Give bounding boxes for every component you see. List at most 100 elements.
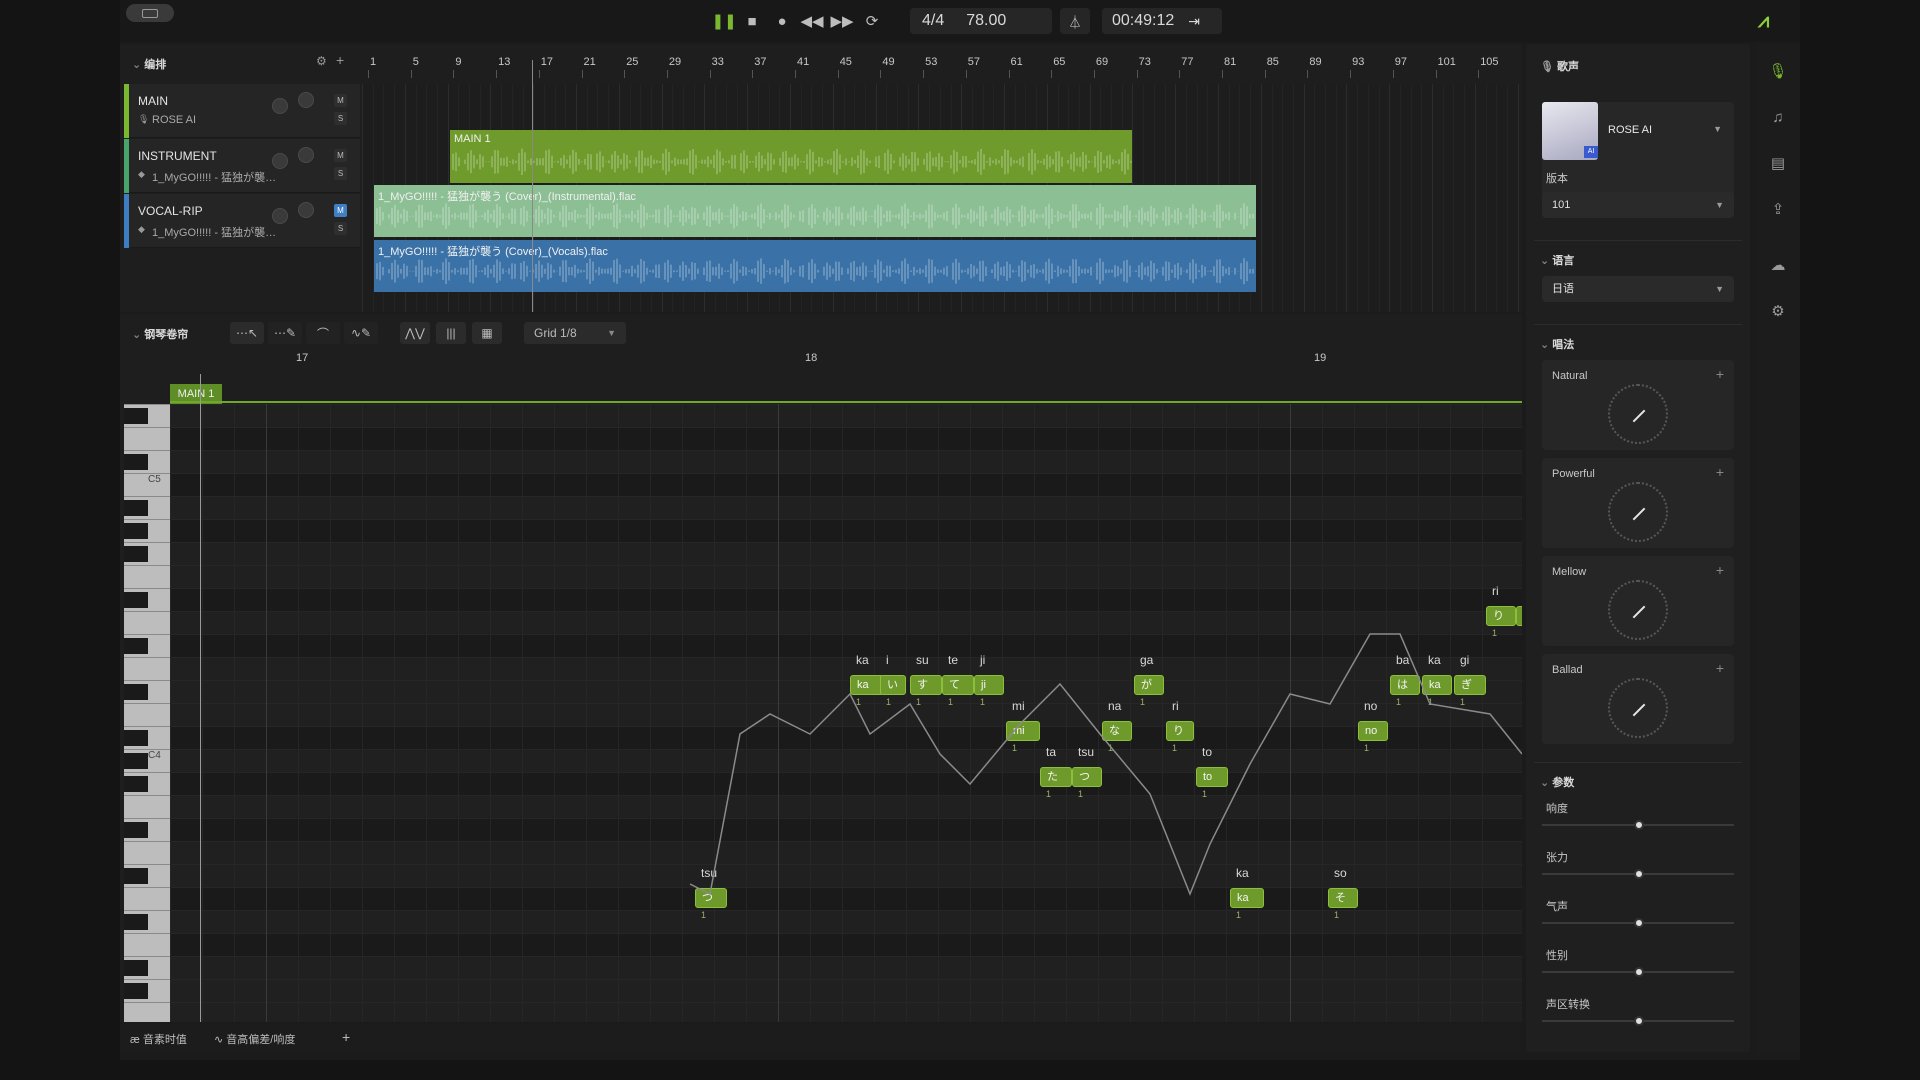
music-note-icon[interactable]: ♫ xyxy=(1768,108,1788,128)
note[interactable]: no xyxy=(1358,721,1388,741)
black-key[interactable] xyxy=(124,592,148,608)
white-key[interactable] xyxy=(124,657,170,658)
volume-knob[interactable] xyxy=(272,208,288,224)
slider-thumb[interactable] xyxy=(1634,967,1644,977)
record-button[interactable]: ● xyxy=(772,11,792,31)
white-key[interactable] xyxy=(124,1002,170,1003)
track-header-main[interactable]: MAIN 🎙︎ ROSE AI M S xyxy=(124,84,360,138)
calendar-toggle[interactable]: ▦ xyxy=(472,322,502,344)
note[interactable]: つ xyxy=(1072,767,1102,787)
black-key[interactable] xyxy=(124,684,148,700)
white-key[interactable] xyxy=(124,772,170,773)
time-signature[interactable]: 4/4 xyxy=(922,12,944,30)
white-key[interactable] xyxy=(124,611,170,612)
add-icon[interactable]: + xyxy=(1716,562,1724,578)
style-ballad[interactable]: Ballad + xyxy=(1542,654,1734,744)
pan-knob[interactable] xyxy=(298,202,314,218)
black-key[interactable] xyxy=(124,822,148,838)
gear-icon[interactable]: ⚙ xyxy=(1768,302,1788,322)
cloud-icon[interactable]: ☁ xyxy=(1768,256,1788,276)
white-key[interactable] xyxy=(124,887,170,888)
param-slider[interactable] xyxy=(1542,967,1734,977)
main-clip[interactable]: MAIN 1 xyxy=(450,130,1132,183)
pitch-curve-toggle[interactable]: ⋀⋁ xyxy=(400,322,430,344)
white-key[interactable] xyxy=(124,818,170,819)
solo-button[interactable]: S xyxy=(334,112,347,125)
tempo-value[interactable]: 78.00 xyxy=(966,12,1006,30)
rewind-button[interactable]: ◀◀ xyxy=(800,11,823,31)
white-key[interactable] xyxy=(124,841,170,842)
white-key[interactable] xyxy=(124,726,170,727)
note[interactable]: mi xyxy=(1006,721,1040,741)
black-key[interactable] xyxy=(124,776,148,792)
note[interactable]: て xyxy=(942,675,974,695)
track-name[interactable]: MAIN xyxy=(138,94,168,108)
black-key[interactable] xyxy=(124,753,148,769)
black-key[interactable] xyxy=(124,523,148,539)
instrument-clip[interactable]: 1_MyGO!!!!! - 猛独が襲う (Cover)_(Instrumenta… xyxy=(374,185,1256,237)
white-key[interactable] xyxy=(124,542,170,543)
black-key[interactable] xyxy=(124,546,148,562)
select-tool-button[interactable]: ⋯↖ xyxy=(230,322,264,344)
white-key[interactable] xyxy=(124,588,170,589)
note[interactable]: が xyxy=(1134,675,1164,695)
note[interactable]: to xyxy=(1196,767,1228,787)
solo-button[interactable]: S xyxy=(334,167,347,180)
track-name[interactable]: INSTRUMENT xyxy=(138,149,217,163)
white-key[interactable] xyxy=(124,910,170,911)
vocal-clip[interactable]: 1_MyGO!!!!! - 猛独が襲う (Cover)_(Vocals).fla… xyxy=(374,240,1256,292)
playhead[interactable] xyxy=(532,60,533,312)
track-header-instrument[interactable]: INSTRUMENT ◆ 1_MyGO!!!!! - 猛独が襲… M S xyxy=(124,139,360,193)
style-dial[interactable] xyxy=(1608,580,1668,640)
note[interactable]: ka xyxy=(850,675,884,695)
mute-button[interactable]: M xyxy=(334,149,347,162)
piano-roll-header[interactable]: ⌄ 钢琴卷帘 xyxy=(132,326,188,342)
white-key[interactable] xyxy=(124,634,170,635)
param-slider[interactable] xyxy=(1542,820,1734,830)
white-key[interactable] xyxy=(124,680,170,681)
white-key[interactable] xyxy=(124,979,170,980)
white-key[interactable] xyxy=(124,473,170,474)
note[interactable]: い xyxy=(880,675,906,695)
piano-keyboard[interactable]: C5 C4 xyxy=(124,404,170,1022)
document-icon[interactable]: ▤ xyxy=(1768,154,1788,174)
style-dial[interactable] xyxy=(1608,482,1668,542)
black-key[interactable] xyxy=(124,983,148,999)
style-dial[interactable] xyxy=(1608,384,1668,444)
white-key[interactable] xyxy=(124,404,170,405)
pitch-tab[interactable]: ∿ 音高偏差/响度 xyxy=(214,1031,295,1047)
slider-thumb[interactable] xyxy=(1634,820,1644,830)
loop-button[interactable]: ⟳ xyxy=(862,11,882,31)
black-key[interactable] xyxy=(124,408,148,424)
params-header[interactable]: ⌄ 参数 xyxy=(1540,774,1574,790)
sidebar-toggle-button[interactable] xyxy=(126,4,174,22)
white-key[interactable] xyxy=(124,703,170,704)
metronome-button[interactable]: ⏃ xyxy=(1060,8,1090,34)
style-powerful[interactable]: Powerful + xyxy=(1542,458,1734,548)
note[interactable]: す xyxy=(910,675,942,695)
add-tab-button[interactable]: + xyxy=(342,1029,350,1045)
note[interactable]: ji xyxy=(974,675,1004,695)
slider-thumb[interactable] xyxy=(1634,869,1644,879)
note[interactable]: ka xyxy=(1422,675,1452,695)
waveform-toggle[interactable]: ||| xyxy=(436,322,466,344)
black-key[interactable] xyxy=(124,868,148,884)
white-key[interactable] xyxy=(124,956,170,957)
curve-tool-button[interactable]: ⌒ xyxy=(306,322,340,344)
black-key[interactable] xyxy=(124,914,148,930)
piano-roll-playhead[interactable] xyxy=(200,374,201,1022)
style-header[interactable]: ⌄ 唱法 xyxy=(1540,336,1574,352)
black-key[interactable] xyxy=(124,638,148,654)
volume-knob[interactable] xyxy=(272,98,288,114)
white-key[interactable] xyxy=(124,519,170,520)
slider-thumb[interactable] xyxy=(1634,918,1644,928)
voice-card[interactable]: AI ROSE AI ▼ 版本 xyxy=(1542,102,1734,198)
add-icon[interactable]: + xyxy=(1716,366,1724,382)
language-header[interactable]: ⌄ 语言 xyxy=(1540,252,1574,268)
mute-button[interactable]: M xyxy=(334,204,347,217)
slider-thumb[interactable] xyxy=(1634,1016,1644,1026)
stop-button[interactable]: ■ xyxy=(742,11,762,31)
track-header-vocal-rip[interactable]: VOCAL-RIP ◆ 1_MyGO!!!!! - 猛独が襲… M S xyxy=(124,194,360,248)
note[interactable]: は xyxy=(1390,675,1420,695)
param-slider[interactable] xyxy=(1542,918,1734,928)
